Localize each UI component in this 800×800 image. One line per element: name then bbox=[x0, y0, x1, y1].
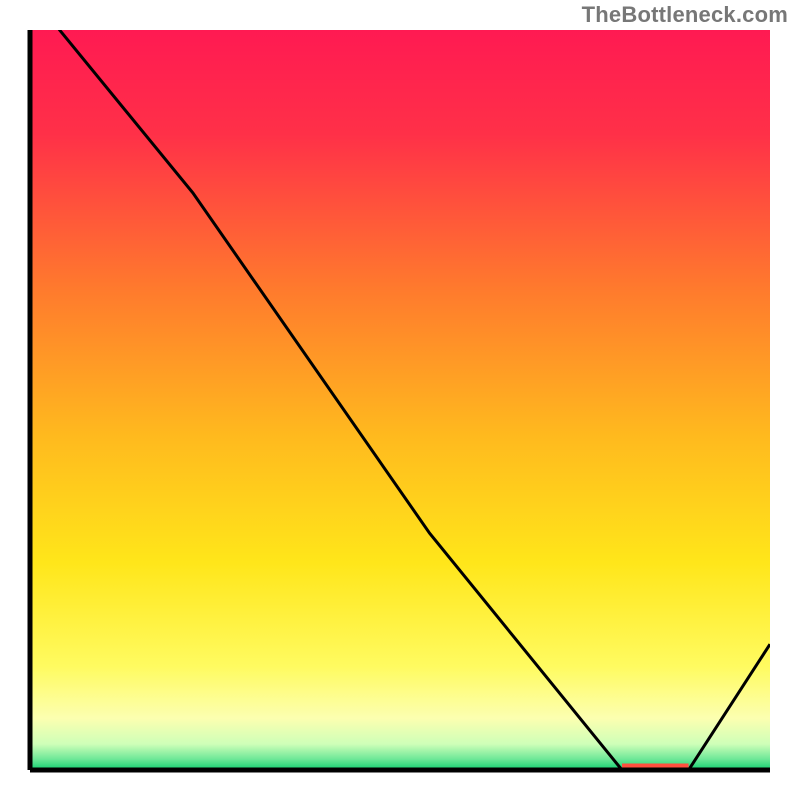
bottleneck-chart bbox=[0, 0, 800, 800]
chart-background bbox=[30, 30, 770, 770]
